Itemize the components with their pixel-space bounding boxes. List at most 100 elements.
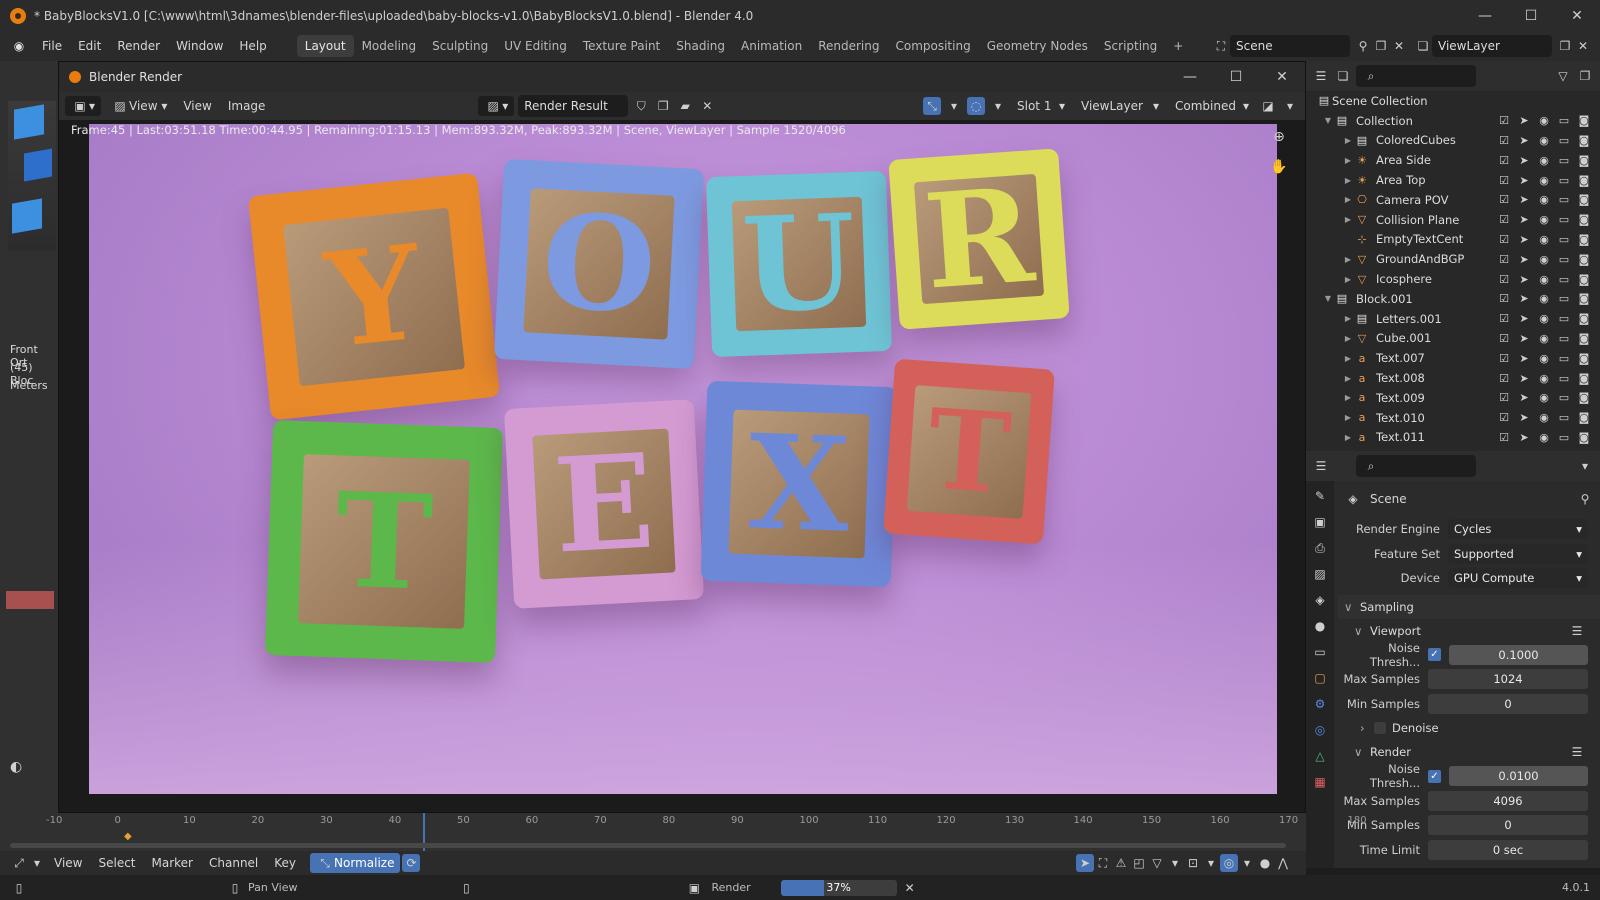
outliner-item[interactable]: ▶ ▽ GroundAndBGP ☑ ➤ ◉ ▭ ◙	[1306, 249, 1600, 269]
camera-render-icon[interactable]: ◙	[1576, 431, 1592, 444]
camera-render-icon[interactable]: ◙	[1576, 253, 1592, 266]
camera-render-icon[interactable]: ◙	[1576, 411, 1592, 424]
expand-toggle-icon[interactable]: ▶	[1342, 413, 1354, 422]
cancel-render-icon[interactable]: ✕	[901, 879, 919, 897]
delete-scene-icon[interactable]: ✕	[1390, 37, 1408, 55]
pin-icon[interactable]: ⚲	[1354, 37, 1372, 55]
eye-icon[interactable]: ◉	[1536, 134, 1552, 147]
delete-viewlayer-icon[interactable]: ✕	[1574, 37, 1592, 55]
eye-icon[interactable]: ◉	[1536, 273, 1552, 286]
expand-toggle-icon[interactable]: ▶	[1342, 314, 1354, 323]
camera-render-icon[interactable]: ◙	[1576, 213, 1592, 226]
selectable-icon[interactable]: ➤	[1516, 134, 1532, 147]
selectable-icon[interactable]: ➤	[1516, 372, 1532, 385]
expand-toggle-icon[interactable]: ▼	[1322, 294, 1334, 303]
monitor-icon[interactable]: ▭	[1556, 332, 1572, 345]
selectable-icon[interactable]: ➤	[1516, 391, 1532, 404]
display-channels-icon[interactable]: ◪	[1259, 97, 1277, 115]
outliner-search[interactable]: ⌕	[1356, 65, 1476, 87]
selectable-icon[interactable]: ➤	[1516, 332, 1532, 345]
modifier-tab-icon[interactable]: ⚙	[1311, 695, 1329, 713]
monitor-icon[interactable]: ▭	[1556, 213, 1572, 226]
eye-icon[interactable]: ◉	[1536, 193, 1552, 206]
tab-geometry-nodes[interactable]: Geometry Nodes	[979, 35, 1096, 57]
chevron-down-icon[interactable]: ▾	[1202, 854, 1220, 872]
monitor-icon[interactable]: ▭	[1556, 253, 1572, 266]
monitor-icon[interactable]: ▭	[1556, 114, 1572, 127]
fake-user-icon[interactable]: ⛉	[632, 97, 650, 115]
proportional-icon[interactable]: ●	[1256, 854, 1274, 872]
snap-icon[interactable]: ◎	[1220, 854, 1238, 872]
render-result-image[interactable]: Y O U R T E X T	[89, 124, 1277, 794]
create-ghost-icon[interactable]: ◰	[1130, 854, 1148, 872]
editor-type-dropdown[interactable]: ▣ ▾	[65, 96, 102, 116]
blender-menu-icon[interactable]: ◉	[10, 37, 28, 55]
monitor-icon[interactable]: ▭	[1556, 312, 1572, 325]
eye-icon[interactable]: ◉	[1536, 431, 1552, 444]
expand-toggle-icon[interactable]: ▶	[1342, 136, 1354, 145]
camera-render-icon[interactable]: ◙	[1576, 154, 1592, 167]
exclude-checkbox-icon[interactable]: ☑	[1496, 431, 1512, 444]
eye-icon[interactable]: ◉	[1536, 372, 1552, 385]
tab-modeling[interactable]: Modeling	[354, 35, 425, 57]
denoise-checkbox[interactable]	[1374, 722, 1386, 734]
eye-icon[interactable]: ◉	[1536, 213, 1552, 226]
outliner-item[interactable]: ▶ a Text.011 ☑ ➤ ◉ ▭ ◙	[1306, 428, 1600, 448]
tab-animation[interactable]: Animation	[733, 35, 810, 57]
timeline-scrollbar[interactable]	[10, 843, 1286, 848]
filter-icon[interactable]: ▽	[1148, 854, 1166, 872]
outliner-item[interactable]: ▶ ▽ Icosphere ☑ ➤ ◉ ▭ ◙	[1306, 269, 1600, 289]
tl-menu-key[interactable]: Key	[266, 856, 304, 870]
tab-layout[interactable]: Layout	[296, 35, 354, 57]
camera-render-icon[interactable]: ◙	[1576, 352, 1592, 365]
display-mode-icon[interactable]: ❏	[1334, 67, 1352, 85]
time-limit-value[interactable]: 0 sec	[1428, 839, 1588, 860]
timeline-editor-icon[interactable]: ⤢	[10, 854, 28, 872]
only-selected-icon[interactable]: ➤	[1076, 854, 1094, 872]
chevron-down-icon[interactable]: ▾	[1576, 457, 1594, 475]
render-maximize-button[interactable]: ☐	[1213, 62, 1259, 93]
keyframe-diamond-icon[interactable]: ◆	[124, 831, 132, 842]
unlink-image-icon[interactable]: ✕	[698, 97, 716, 115]
expand-toggle-icon[interactable]: ▶	[1342, 433, 1354, 442]
close-button[interactable]: ✕	[1554, 0, 1600, 31]
minimize-button[interactable]: —	[1462, 0, 1508, 31]
tl-menu-marker[interactable]: Marker	[144, 856, 201, 870]
maximize-button[interactable]: ☐	[1508, 0, 1554, 31]
render-subpanel-header[interactable]: ∨ Render ☰	[1338, 740, 1600, 764]
pan-hand-icon[interactable]: ✋	[1270, 158, 1288, 176]
eye-icon[interactable]: ◉	[1536, 411, 1552, 424]
expand-toggle-icon[interactable]: ▶	[1342, 215, 1354, 224]
new-viewlayer-icon[interactable]: ❐	[1556, 37, 1574, 55]
tl-menu-view[interactable]: View	[46, 856, 90, 870]
expand-toggle-icon[interactable]: ▼	[1322, 116, 1334, 125]
outliner-item[interactable]: ▶ a Text.009 ☑ ➤ ◉ ▭ ◙	[1306, 388, 1600, 408]
exclude-checkbox-icon[interactable]: ☑	[1496, 193, 1512, 206]
exclude-checkbox-icon[interactable]: ☑	[1496, 233, 1512, 246]
render-noise-checkbox[interactable]: ✓	[1428, 769, 1441, 783]
pin-icon[interactable]: ⚲	[1576, 490, 1594, 508]
selectable-icon[interactable]: ➤	[1516, 174, 1532, 187]
outliner-item[interactable]: ▼ ▤ Block.001 ☑ ➤ ◉ ▭ ◙	[1306, 289, 1600, 309]
selectable-icon[interactable]: ➤	[1516, 292, 1532, 305]
camera-render-icon[interactable]: ◙	[1576, 312, 1592, 325]
exclude-checkbox-icon[interactable]: ☑	[1496, 154, 1512, 167]
tl-menu-channel[interactable]: Channel	[201, 856, 266, 870]
expand-toggle-icon[interactable]: ▶	[1342, 255, 1354, 264]
chevron-down-icon[interactable]: ▾	[1166, 854, 1184, 872]
exclude-checkbox-icon[interactable]: ☑	[1496, 273, 1512, 286]
sample-tool-icon[interactable]: ⤡	[923, 97, 941, 115]
eye-icon[interactable]: ◉	[1536, 292, 1552, 305]
render-engine-dropdown[interactable]: Cycles ▾	[1448, 519, 1588, 540]
expand-toggle-icon[interactable]: ▶	[1342, 176, 1354, 185]
exclude-checkbox-icon[interactable]: ☑	[1496, 332, 1512, 345]
viewport-noise-checkbox[interactable]: ✓	[1428, 648, 1441, 662]
world-tab-icon[interactable]: ●	[1311, 617, 1329, 635]
exclude-checkbox-icon[interactable]: ☑	[1496, 134, 1512, 147]
chevron-down-icon[interactable]: ▾	[1238, 854, 1256, 872]
monitor-icon[interactable]: ▭	[1556, 431, 1572, 444]
normalize-toggle[interactable]: ⤡ Normalize	[310, 853, 401, 873]
eye-icon[interactable]: ◉	[1536, 253, 1552, 266]
selectable-icon[interactable]: ➤	[1516, 431, 1532, 444]
exclude-checkbox-icon[interactable]: ☑	[1496, 372, 1512, 385]
